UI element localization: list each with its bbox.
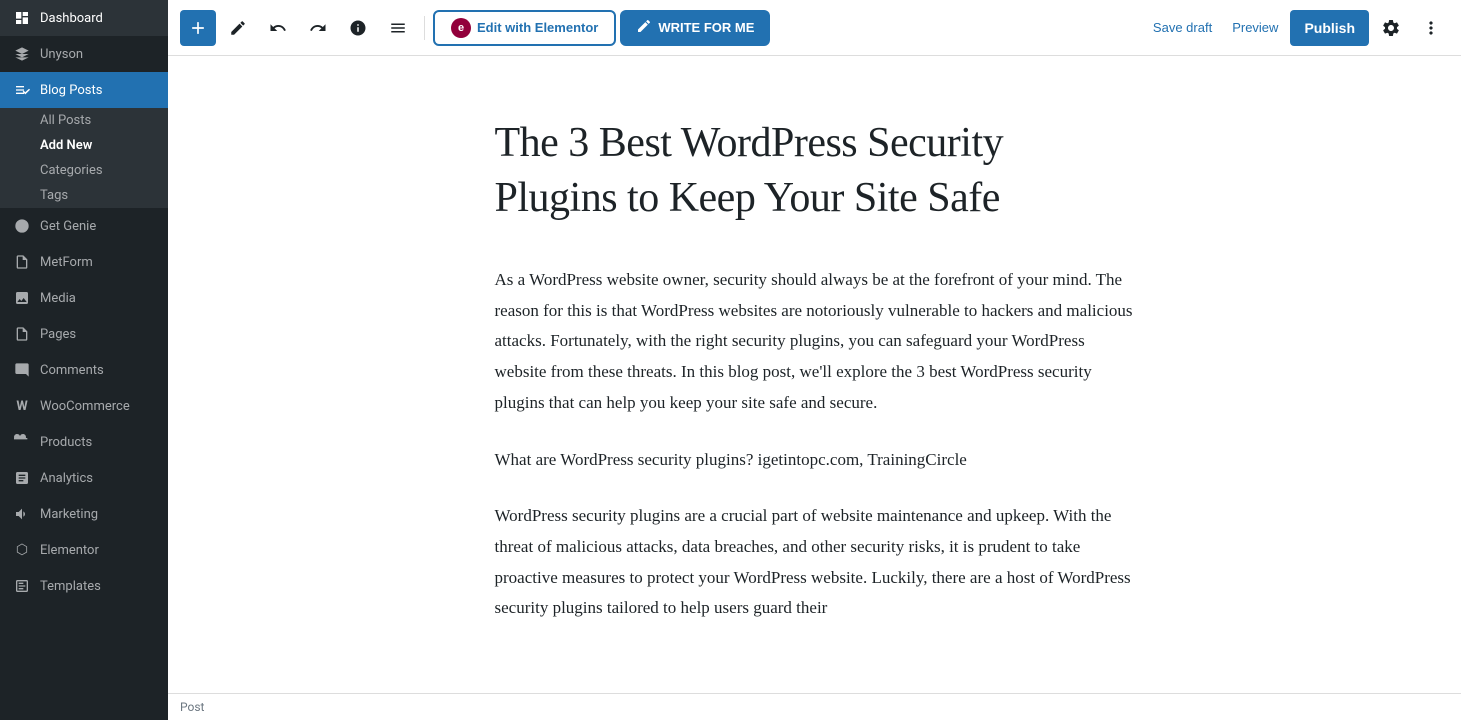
sidebar-item-label: MetForm xyxy=(40,255,93,270)
elementor-logo-icon: e xyxy=(451,18,471,38)
sidebar-blog-posts-group: Blog Posts All Posts Add New Categories … xyxy=(0,72,168,208)
unyson-icon xyxy=(12,44,32,64)
sidebar-sub-categories[interactable]: Categories xyxy=(0,158,168,183)
sidebar-item-dashboard[interactable]: Dashboard xyxy=(0,0,168,36)
sidebar-item-elementor[interactable]: ⬡ Elementor xyxy=(0,532,168,568)
bottom-bar: Post xyxy=(168,693,1461,720)
main-area: e Edit with Elementor WRITE FOR ME Save … xyxy=(168,0,1461,720)
editor-area[interactable]: The 3 Best WordPress Security Plugins to… xyxy=(168,56,1461,693)
sidebar-item-label: Templates xyxy=(40,579,101,594)
sidebar-item-label: Media xyxy=(40,291,76,306)
write-for-me-button[interactable]: WRITE FOR ME xyxy=(620,10,770,46)
sidebar-item-templates[interactable]: Templates xyxy=(0,568,168,604)
preview-button[interactable]: Preview xyxy=(1224,20,1286,35)
editor-content: The 3 Best WordPress Security Plugins to… xyxy=(415,56,1215,693)
sidebar-item-pages[interactable]: Pages xyxy=(0,316,168,352)
post-title[interactable]: The 3 Best WordPress Security Plugins to… xyxy=(495,116,1135,225)
sidebar-sub-add-new[interactable]: Add New xyxy=(0,133,168,158)
metform-icon xyxy=(12,252,32,272)
sidebar: Dashboard Unyson Blog Posts All Posts Ad… xyxy=(0,0,168,720)
sidebar-item-comments[interactable]: Comments xyxy=(0,352,168,388)
media-icon xyxy=(12,288,32,308)
sidebar-item-label: Comments xyxy=(40,363,104,378)
sidebar-item-label: Analytics xyxy=(40,471,93,486)
sidebar-item-label: Elementor xyxy=(40,543,99,558)
sidebar-item-label: Blog Posts xyxy=(40,83,102,98)
sidebar-item-label: Get Genie xyxy=(40,219,96,234)
analytics-icon xyxy=(12,468,32,488)
info-button[interactable] xyxy=(340,10,376,46)
woocommerce-icon: W xyxy=(12,396,32,416)
blog-posts-icon xyxy=(12,80,32,100)
list-view-button[interactable] xyxy=(380,10,416,46)
post-subheading: What are WordPress security plugins? ige… xyxy=(495,446,1135,473)
sidebar-item-label: Marketing xyxy=(40,507,98,522)
sidebar-item-media[interactable]: Media xyxy=(0,280,168,316)
sidebar-item-label: WooCommerce xyxy=(40,399,130,414)
pages-icon xyxy=(12,324,32,344)
sidebar-item-blog-posts[interactable]: Blog Posts xyxy=(0,72,168,108)
sidebar-item-marketing[interactable]: Marketing xyxy=(0,496,168,532)
sidebar-item-label: Dashboard xyxy=(40,11,103,26)
sidebar-item-woocommerce[interactable]: W WooCommerce xyxy=(0,388,168,424)
sidebar-item-unyson[interactable]: Unyson xyxy=(0,36,168,72)
marketing-icon xyxy=(12,504,32,524)
post-paragraph-1[interactable]: As a WordPress website owner, security s… xyxy=(495,265,1135,418)
sidebar-item-analytics[interactable]: Analytics xyxy=(0,460,168,496)
templates-icon xyxy=(12,576,32,596)
post-type-label: Post xyxy=(180,700,204,714)
undo-button[interactable] xyxy=(260,10,296,46)
dashboard-icon xyxy=(12,8,32,28)
save-draft-button[interactable]: Save draft xyxy=(1145,20,1220,35)
pencil-button[interactable] xyxy=(220,10,256,46)
get-genie-icon xyxy=(12,216,32,236)
sidebar-item-get-genie[interactable]: Get Genie xyxy=(0,208,168,244)
more-options-button[interactable] xyxy=(1413,10,1449,46)
sidebar-item-label: Pages xyxy=(40,327,76,342)
sidebar-sub-all-posts[interactable]: All Posts xyxy=(0,108,168,133)
write-icon xyxy=(636,18,652,37)
post-paragraph-2[interactable]: WordPress security plugins are a crucial… xyxy=(495,501,1135,623)
redo-button[interactable] xyxy=(300,10,336,46)
sidebar-item-products[interactable]: Products xyxy=(0,424,168,460)
edit-elementor-button[interactable]: e Edit with Elementor xyxy=(433,10,616,46)
sidebar-item-label: Unyson xyxy=(40,47,83,62)
comments-icon xyxy=(12,360,32,380)
settings-button[interactable] xyxy=(1373,10,1409,46)
add-block-button[interactable] xyxy=(180,10,216,46)
sidebar-sub-tags[interactable]: Tags xyxy=(0,183,168,208)
toolbar: e Edit with Elementor WRITE FOR ME Save … xyxy=(168,0,1461,56)
toolbar-separator-1 xyxy=(424,16,425,40)
publish-button[interactable]: Publish xyxy=(1290,10,1369,46)
sidebar-item-label: Products xyxy=(40,435,92,450)
elementor-icon: ⬡ xyxy=(12,540,32,560)
products-icon xyxy=(12,432,32,452)
sidebar-item-metform[interactable]: MetForm xyxy=(0,244,168,280)
